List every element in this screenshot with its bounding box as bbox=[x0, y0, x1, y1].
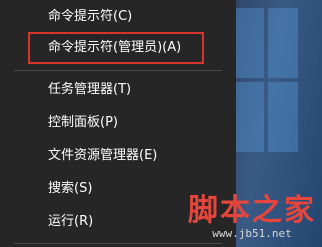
watermark-title: 脚本之家 bbox=[188, 193, 316, 228]
watermark-url: www.jb51.net bbox=[212, 227, 292, 240]
site-watermark: 脚本之家 www.jb51.net bbox=[188, 195, 316, 241]
menu-separator bbox=[14, 243, 222, 244]
menu-item-command-prompt[interactable]: 命令提示符(C) bbox=[0, 1, 236, 33]
windows-logo-background bbox=[236, 8, 298, 168]
menu-separator bbox=[14, 70, 222, 71]
menu-item-command-prompt-admin[interactable]: 命令提示符(管理员)(A) bbox=[28, 32, 204, 64]
menu-item-file-explorer[interactable]: 文件资源管理器(E) bbox=[0, 140, 236, 172]
desktop-screen: 命令提示符(C) 命令提示符(管理员)(A) 任务管理器(T) 控制面板(P) … bbox=[0, 0, 322, 247]
menu-item-control-panel[interactable]: 控制面板(P) bbox=[0, 107, 236, 139]
menu-item-task-manager[interactable]: 任务管理器(T) bbox=[0, 74, 236, 106]
